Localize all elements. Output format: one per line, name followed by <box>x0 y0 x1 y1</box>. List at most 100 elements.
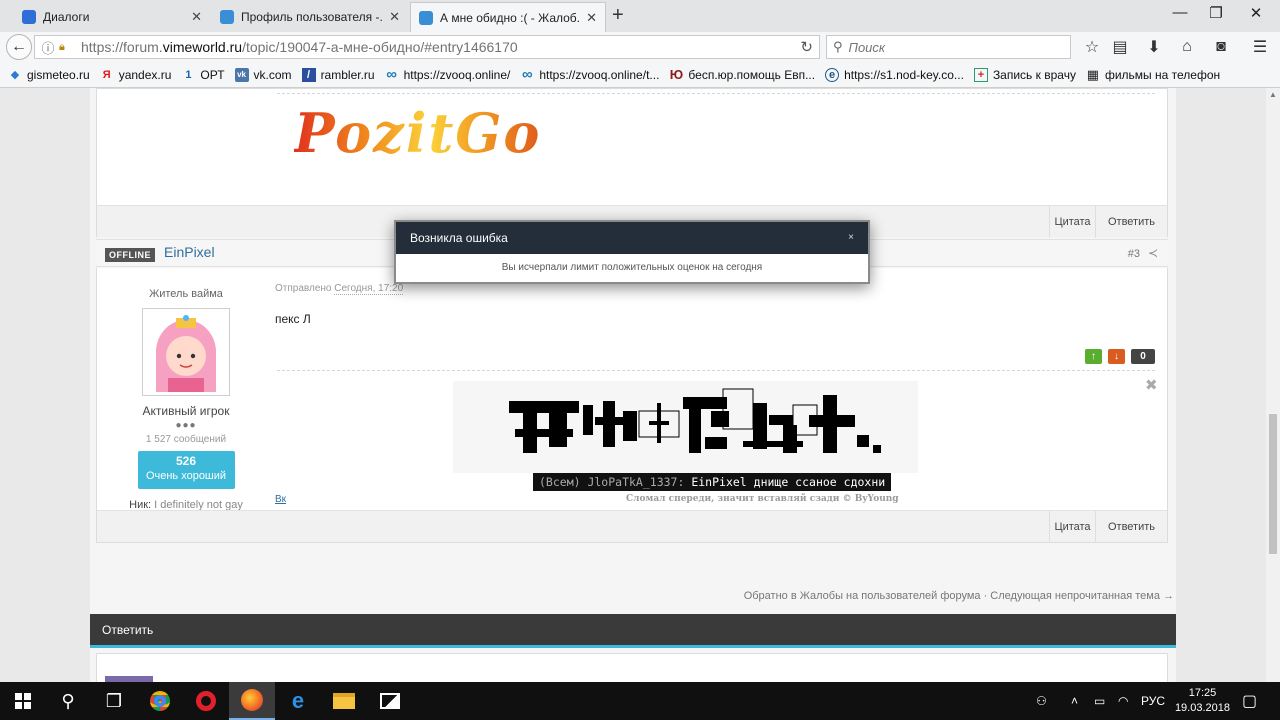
tab-profile[interactable]: Профиль пользователя -... ✕ <box>212 2 408 32</box>
zvooq-icon: ∞ <box>521 66 533 83</box>
status-badge: OFFLINE <box>105 248 155 262</box>
author-post-count: 1 527 сообщений <box>145 434 227 445</box>
quote-button[interactable]: Цитата <box>1049 511 1095 543</box>
bookmark-ort[interactable]: 1 ОРТ <box>181 68 224 82</box>
opera-icon[interactable] <box>183 682 229 720</box>
bookmark-doctor[interactable]: + Запись к врачу <box>973 67 1076 82</box>
start-button[interactable] <box>0 682 46 720</box>
author-name-link[interactable]: EinPixel <box>164 244 215 260</box>
reload-icon[interactable]: ↻ <box>800 38 813 56</box>
close-signature-icon[interactable]: ✖ <box>1145 376 1158 394</box>
avatar-image <box>146 312 226 392</box>
back-button[interactable]: ← <box>6 34 32 60</box>
taskbar-clock[interactable]: 17:25 19.03.2018 <box>1175 686 1230 716</box>
search-taskbar-icon[interactable]: ⚲ <box>45 682 91 720</box>
tab-label: А мне обидно :( - Жалоб... <box>440 10 581 25</box>
browser-tab-bar: Диалоги ✕ Профиль пользователя -... ✕ А … <box>0 0 1280 32</box>
bookmark-label: ОРТ <box>200 67 225 82</box>
post-actions-bar: Цитата Ответить <box>97 510 1167 543</box>
post-text: пекс Л <box>275 312 311 326</box>
previous-post: PozitGo Цитата Ответить <box>96 88 1168 238</box>
bookmarks-bar: ◆ gismeteo.ru Яyandex.ru 1 ОРТ vk vk.com / r… <box>0 62 1280 88</box>
clock-date: 19.03.2018 <box>1174 702 1230 714</box>
windows-logo-icon <box>15 693 31 709</box>
download-icon[interactable]: ⬇ <box>1142 35 1166 59</box>
reading-list-icon[interactable]: ▤ <box>1108 35 1132 59</box>
menu-icon[interactable]: ☰ <box>1248 35 1272 59</box>
reply-button[interactable]: Ответить <box>1095 511 1167 543</box>
site-favicon-icon <box>419 10 433 25</box>
forum-content: PozitGo Цитата Ответить OFFLINE EinPixel… <box>90 88 1176 682</box>
page-scrollbar[interactable]: ▲ <box>1266 88 1280 682</box>
close-tab-icon[interactable]: ✕ <box>586 10 597 26</box>
task-view-icon[interactable]: ❐ <box>91 682 137 720</box>
bookmark-zvooq-2[interactable]: ∞ https://zvooq.online/t... <box>520 66 659 83</box>
maximize-button[interactable]: ❐ <box>1196 4 1236 22</box>
bookmark-label: rambler.ru <box>320 67 375 82</box>
reply-section-title: Ответить <box>90 614 1176 648</box>
bookmark-star-icon[interactable]: ☆ <box>1080 35 1104 59</box>
bookmark-yandex[interactable]: Яyandex.ru <box>100 68 172 82</box>
scroll-up-icon[interactable]: ▲ <box>1266 90 1280 99</box>
dialog-close-button[interactable]: × <box>848 222 854 254</box>
bookmark-zvooq-1[interactable]: ∞ https://zvooq.online/ <box>385 66 511 83</box>
avatar[interactable] <box>142 308 230 396</box>
bookmark-films[interactable]: ▦ фильмы на телефон <box>1086 67 1220 82</box>
tray-chevron-icon[interactable]: ˄ <box>1071 682 1078 720</box>
bookmark-gismeteo[interactable]: ◆ gismeteo.ru <box>8 68 90 82</box>
tab-label: Диалоги <box>43 10 90 24</box>
close-tab-icon[interactable]: ✕ <box>389 9 400 25</box>
share-icon[interactable]: ≺ <box>1148 246 1158 260</box>
tab-dialogs[interactable]: Диалоги ✕ <box>14 2 210 32</box>
tab-label: Профиль пользователя -... <box>241 10 384 24</box>
dialog-title: Возникла ошибка <box>410 231 508 245</box>
people-icon[interactable]: ⚇ <box>1036 682 1047 720</box>
edge-icon[interactable]: e <box>275 682 321 720</box>
bookmark-nod-key[interactable]: e https://s1.nod-key.co... <box>825 67 964 82</box>
battery-icon[interactable]: ▭ <box>1094 682 1105 720</box>
quote-button[interactable]: Цитата <box>1049 206 1095 238</box>
topic-navigation[interactable]: Обратно в Жалобы на пользователей форума… <box>744 590 1174 602</box>
clock-time: 17:25 <box>1188 687 1217 699</box>
info-icon[interactable]: ⓘ <box>39 38 57 56</box>
scrollbar-thumb[interactable] <box>1269 414 1277 554</box>
vote-down-button[interactable]: ↓ <box>1108 349 1125 364</box>
signature-image: (Всем) JloPaTkA_1337: EinPixel днище сса… <box>453 381 918 504</box>
signature-divider <box>277 93 1155 94</box>
language-indicator[interactable]: РУС <box>1141 682 1165 720</box>
wifi-icon[interactable]: ◠ <box>1118 682 1128 720</box>
gismeteo-icon: ◆ <box>10 69 20 81</box>
home-icon[interactable]: ⌂ <box>1175 35 1199 59</box>
bookmark-label: https://s1.nod-key.co... <box>844 67 964 82</box>
search-icon: ⚲ <box>833 39 843 54</box>
pocket-icon[interactable]: ◙ <box>1209 35 1233 59</box>
bookmark-vk[interactable]: vk vk.com <box>234 67 292 82</box>
post-number-link[interactable]: #3 <box>1128 248 1140 260</box>
new-tab-button[interactable]: + <box>612 4 624 27</box>
search-input[interactable] <box>848 39 1049 55</box>
address-bar[interactable]: ⓘ 🔒︎ https://forum.vimeworld.ru/topic/19… <box>34 35 820 59</box>
close-window-button[interactable]: ✕ <box>1236 4 1276 22</box>
search-box[interactable]: ⚲ <box>826 35 1071 59</box>
bookmark-legal-help[interactable]: Юбесп.юр.помощь Евп... <box>669 67 815 82</box>
close-tab-icon[interactable]: ✕ <box>191 9 202 25</box>
photos-icon[interactable] <box>367 682 413 720</box>
bookmark-label: vk.com <box>253 67 292 82</box>
tab-topic[interactable]: А мне обидно :( - Жалоб... ✕ <box>410 2 606 32</box>
author-rank: Житель вайма <box>149 288 223 300</box>
signature-credit: Сломал спереди, значит вставляй сзади © … <box>626 494 899 504</box>
chat-icon <box>22 10 36 24</box>
minimize-button[interactable]: — <box>1160 4 1200 21</box>
firefox-icon[interactable] <box>229 682 275 720</box>
author-panel: Житель вайма Активный игрок ●●● 1 527 со… <box>111 288 261 511</box>
chat-message: (Всем) JloPaTkA_1337: EinPixel днище сса… <box>533 473 892 491</box>
bookmark-rambler[interactable]: / rambler.ru <box>301 67 375 82</box>
bookmark-label: https://zvooq.online/ <box>403 67 511 82</box>
rank-pips: ●●● <box>175 420 197 431</box>
vote-up-button[interactable]: ↑ <box>1085 349 1102 364</box>
file-explorer-icon[interactable] <box>321 682 367 720</box>
vk-link[interactable]: Вк <box>275 494 286 505</box>
reply-button[interactable]: Ответить <box>1095 206 1167 238</box>
chrome-icon[interactable] <box>137 682 183 720</box>
notifications-icon[interactable]: ▢ <box>1242 682 1257 720</box>
